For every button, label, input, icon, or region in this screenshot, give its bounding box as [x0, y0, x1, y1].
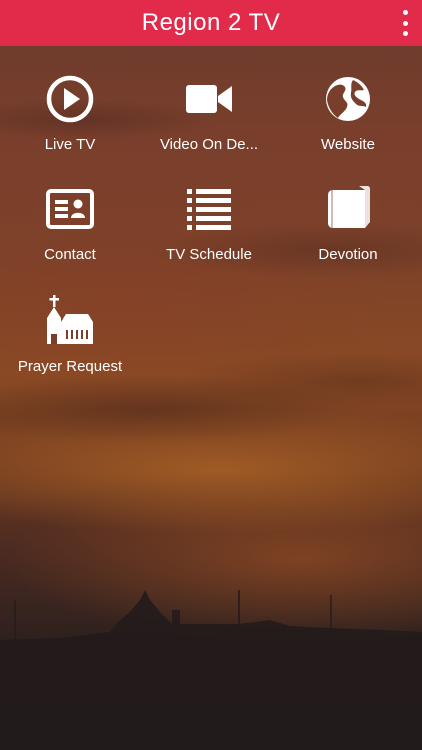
tile-label: Live TV [44, 136, 96, 153]
town-silhouette [0, 590, 422, 750]
church-icon [44, 294, 96, 346]
tile-prayer-request[interactable]: Prayer Request [0, 266, 140, 375]
tile-label: Website [321, 136, 375, 153]
tile-video-on-demand[interactable]: Video On De... [139, 46, 279, 153]
more-vertical-icon[interactable] [398, 10, 412, 36]
book-icon [322, 184, 374, 234]
app-title: Region 2 TV [141, 9, 281, 36]
tile-live-tv[interactable]: Live TV [0, 46, 140, 153]
tile-label: TV Schedule [166, 246, 252, 263]
list-icon [183, 184, 235, 234]
globe-icon [322, 74, 374, 124]
tile-label: Contact [44, 246, 96, 263]
contact-card-icon [44, 184, 96, 234]
app-header: Region 2 TV [0, 0, 422, 46]
app-screen: Region 2 TV Live TV Video On De... Websi… [0, 0, 422, 750]
video-camera-icon [183, 74, 235, 124]
tile-contact[interactable]: Contact [0, 156, 140, 263]
tile-devotion[interactable]: Devotion [278, 156, 418, 263]
tile-label: Devotion [318, 246, 378, 263]
tile-tv-schedule[interactable]: TV Schedule [139, 156, 279, 263]
tile-label: Video On De... [159, 136, 259, 153]
play-circle-icon [44, 74, 96, 124]
tile-label: Prayer Request [17, 358, 123, 375]
tile-website[interactable]: Website [278, 46, 418, 153]
